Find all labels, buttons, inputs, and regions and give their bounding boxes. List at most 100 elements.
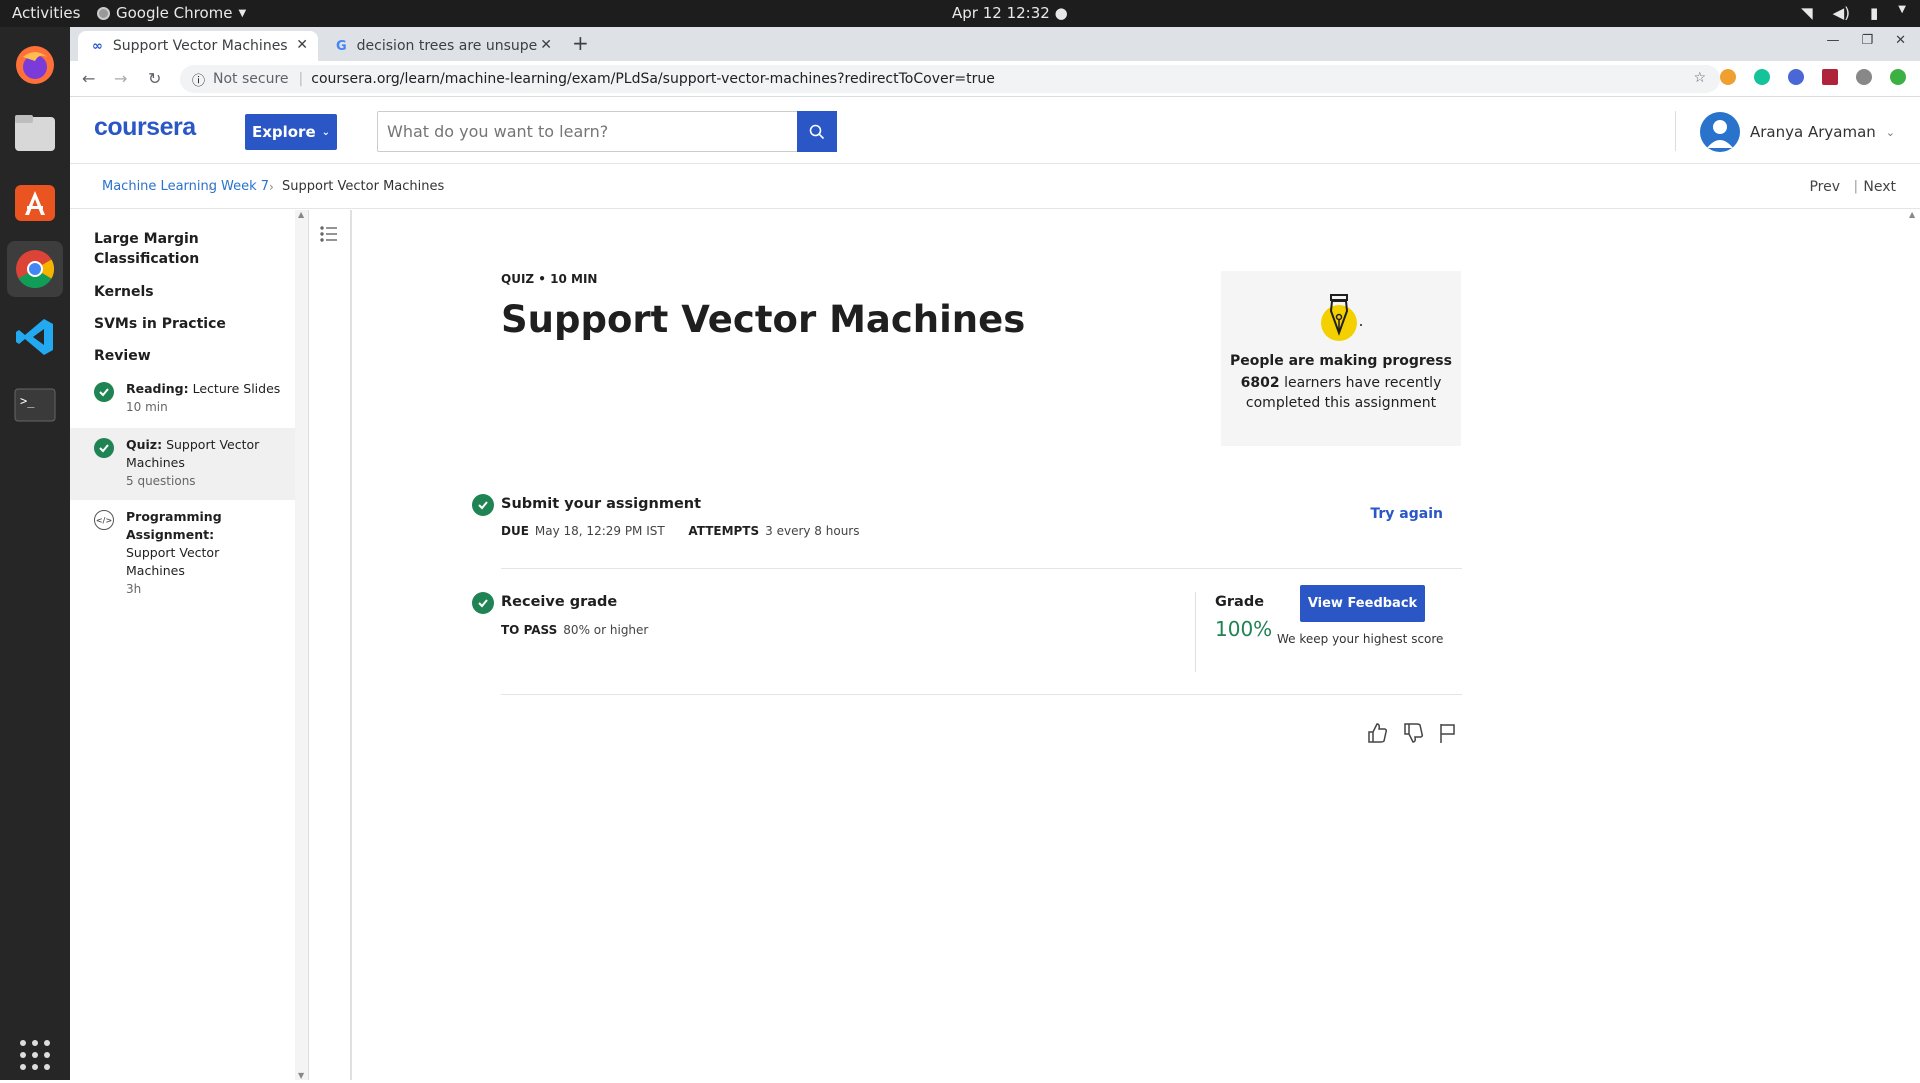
submit-step: Submit your assignment DUE May 18, 12:29 … <box>472 494 1462 554</box>
red-extension-icon[interactable] <box>1822 69 1838 85</box>
item-questions: 5 questions <box>126 474 196 488</box>
due-info: DUE May 18, 12:29 PM IST ATTEMPTS 3 every … <box>501 524 860 538</box>
forward-icon[interactable]: → <box>114 69 127 88</box>
item-duration: 10 min <box>126 400 168 414</box>
try-again-link[interactable]: Try again <box>1370 506 1443 522</box>
terminal-icon[interactable]: >_ <box>7 377 63 433</box>
google-favicon-icon: G <box>336 38 347 54</box>
pass-info: TO PASS 80% or higher <box>501 623 648 637</box>
coursera-favicon-icon: ∞ <box>92 38 103 54</box>
minimize-icon[interactable]: — <box>1826 33 1839 48</box>
green-extension-icon[interactable] <box>1890 69 1906 85</box>
check-circle-icon <box>94 438 114 458</box>
maximize-icon[interactable]: ❐ <box>1861 33 1873 48</box>
learners-text: learners have recently <box>1284 375 1442 391</box>
breadcrumb-chevron-icon: › <box>269 179 274 194</box>
list-icon[interactable] <box>319 224 339 244</box>
explore-label: Explore <box>251 123 316 141</box>
system-tray[interactable]: ◥ ◀) ▮ ▼ <box>1801 4 1906 22</box>
check-circle-icon <box>472 494 494 516</box>
view-feedback-button[interactable]: View Feedback <box>1300 585 1425 622</box>
user-name: Aranya Aryaman <box>1750 123 1876 141</box>
activities-button[interactable]: Activities <box>12 4 80 22</box>
audio-extension-icon[interactable] <box>1788 69 1804 85</box>
sidebar-section-review[interactable]: Review <box>94 346 151 366</box>
dock: >_ <box>0 27 70 1080</box>
grade-step: Receive grade TO PASS 80% or higher Grade… <box>472 585 1462 682</box>
scroll-down-icon[interactable]: ▼ <box>298 1071 304 1080</box>
page-scrollbar[interactable]: ▲ <box>1906 210 1920 1080</box>
chevron-down-icon: ⌄ <box>321 126 331 138</box>
clock[interactable]: Apr 12 12:32 ● <box>952 4 1068 22</box>
back-icon[interactable]: ← <box>82 69 95 88</box>
close-tab-icon[interactable]: ✕ <box>296 37 308 53</box>
tray-caret-icon: ▼ <box>1898 4 1906 15</box>
next-button[interactable]: Next <box>1863 179 1896 195</box>
sidebar-scrollbar[interactable]: ▲ ▼ <box>295 210 309 1080</box>
vscode-icon[interactable] <box>7 309 63 365</box>
cookie-extension-icon[interactable] <box>1720 69 1736 85</box>
user-menu[interactable]: Aranya Aryaman ⌄ <box>1700 112 1895 152</box>
software-center-icon[interactable] <box>7 173 63 229</box>
caret-down-icon: ▼ <box>238 7 247 19</box>
address-bar[interactable]: ⓘ Not secure | coursera.org/learn/machin… <box>180 65 1720 93</box>
to-pass-value: 80% or higher <box>563 623 649 637</box>
progress-card: People are making progress 6802 learners… <box>1221 271 1461 446</box>
nav-separator: | <box>1853 179 1858 194</box>
clock-text: Apr 12 12:32 <box>952 4 1050 22</box>
flag-icon[interactable] <box>1438 722 1458 744</box>
progress-heading: People are making progress <box>1230 353 1452 369</box>
sidebar-item-reading[interactable]: Reading: Lecture Slides 10 min <box>70 380 295 432</box>
search-box <box>377 111 837 152</box>
item-name: Support Vector Machines <box>126 545 220 578</box>
new-tab-button[interactable]: + <box>572 31 589 55</box>
coursera-logo[interactable]: coursera <box>94 113 196 142</box>
search-icon <box>809 124 825 139</box>
thumbs-up-icon[interactable] <box>1366 722 1388 744</box>
item-name: Lecture Slides <box>192 381 281 396</box>
progress-text: 6802 learners have recently completed thi… <box>1221 373 1461 413</box>
window-controls: — ❐ ✕ <box>1826 33 1906 48</box>
breadcrumb-week[interactable]: Week 7 <box>221 179 269 194</box>
due-label: DUE <box>501 524 529 538</box>
wifi-icon: ◥ <box>1801 4 1813 22</box>
firefox-icon[interactable] <box>7 37 63 93</box>
coursera-header: coursera Explore ⌄ Aranya Aryaman ⌄ <box>70 97 1920 164</box>
divider <box>501 568 1462 569</box>
grade-label: Grade <box>1215 594 1265 610</box>
search-button[interactable] <box>797 111 837 152</box>
app-grid-icon[interactable] <box>7 1027 63 1083</box>
sidebar-item-programming[interactable]: </> Programming Assignment: Support Vect… <box>70 508 295 596</box>
check-circle-icon <box>472 592 494 614</box>
pen-nib-icon <box>1221 289 1461 345</box>
scroll-up-icon[interactable]: ▲ <box>298 210 304 219</box>
avatar <box>1700 112 1740 152</box>
prev-button[interactable]: Prev <box>1809 179 1840 195</box>
thumbs-down-icon[interactable] <box>1402 722 1424 744</box>
search-input[interactable] <box>387 122 787 141</box>
tab-support-vector-machines[interactable]: ∞ Support Vector Machines ✕ <box>78 31 318 61</box>
extensions-area: ⋮ <box>1720 69 1920 87</box>
sidebar-section-kernels[interactable]: Kernels <box>94 282 154 302</box>
files-icon[interactable] <box>7 105 63 161</box>
info-icon: ⓘ <box>192 73 206 89</box>
breadcrumb-course[interactable]: Machine Learning <box>102 179 217 194</box>
security-label: Not secure <box>213 71 289 87</box>
reload-icon[interactable]: ↻ <box>148 69 161 88</box>
app-menu[interactable]: Google Chrome ▼ <box>97 4 246 22</box>
chrome-dock-icon[interactable] <box>7 241 63 297</box>
explore-button[interactable]: Explore ⌄ <box>245 114 337 150</box>
person-extension-icon[interactable] <box>1856 69 1872 85</box>
system-top-bar: Activities Google Chrome ▼ Apr 12 12:32 … <box>0 0 1920 27</box>
sidebar-item-quiz[interactable]: Quiz: Support Vector Machines 5 question… <box>70 428 295 500</box>
close-window-icon[interactable]: ✕ <box>1895 33 1906 48</box>
sidebar-section-large-margin[interactable]: Large Margin Classification <box>94 229 254 269</box>
item-type: Programming Assignment: <box>126 509 222 542</box>
tab-decision-trees[interactable]: G decision trees are unsupe ✕ <box>322 31 562 61</box>
attempts-value: 3 every 8 hours <box>765 524 860 538</box>
bookmark-star-icon[interactable]: ☆ <box>1693 70 1706 86</box>
close-tab-icon[interactable]: ✕ <box>540 37 552 53</box>
grammarly-extension-icon[interactable] <box>1754 69 1770 85</box>
sidebar-section-svms[interactable]: SVMs in Practice <box>94 314 226 334</box>
scroll-up-icon[interactable]: ▲ <box>1909 210 1915 219</box>
